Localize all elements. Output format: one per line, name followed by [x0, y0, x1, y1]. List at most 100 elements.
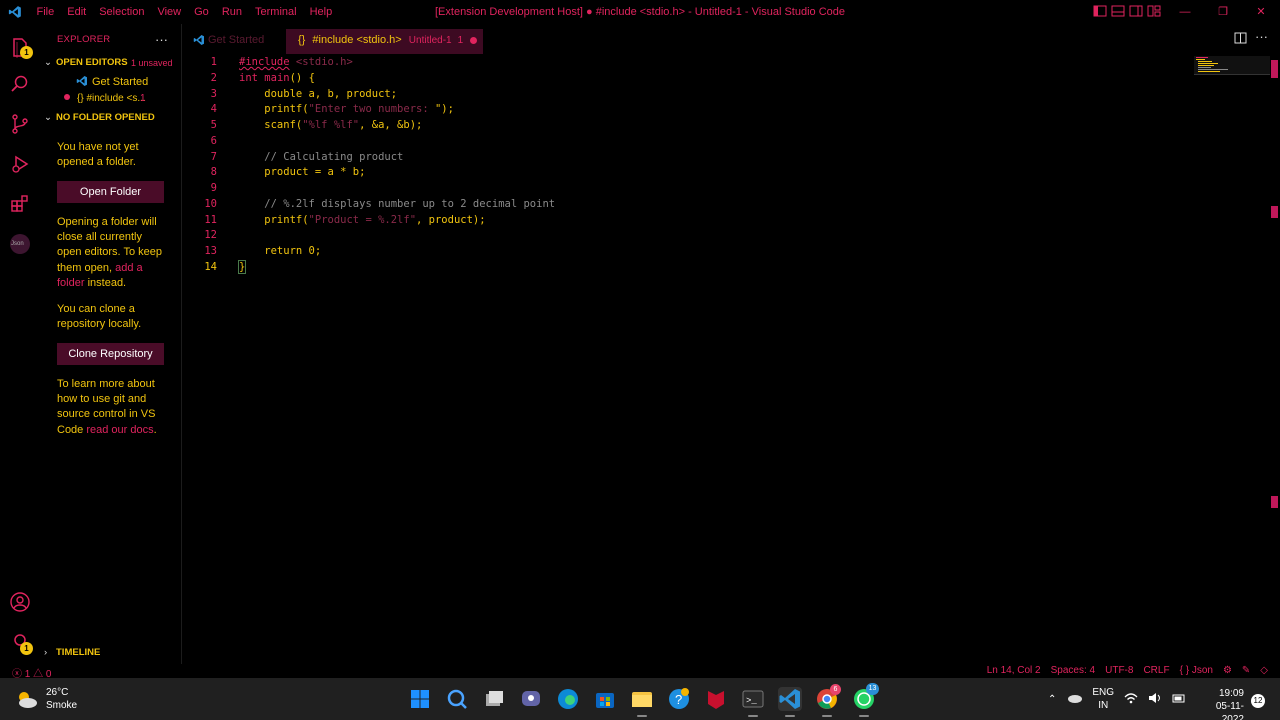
menu-view[interactable]: View — [151, 0, 188, 24]
weather-icon — [19, 692, 37, 708]
mcafee-icon[interactable] — [704, 687, 728, 711]
svg-text:>_: >_ — [746, 696, 757, 706]
source-control-icon[interactable] — [8, 112, 32, 136]
toggle-panel-icon[interactable] — [1111, 5, 1125, 17]
help-app-icon[interactable]: ? — [667, 687, 691, 711]
code-line: 4 printf("Enter two numbers: "); — [210, 103, 454, 115]
split-editor-icon[interactable] — [1234, 32, 1247, 47]
menu-run[interactable]: Run — [215, 0, 248, 24]
battery-icon[interactable] — [1172, 693, 1186, 706]
code-line: 13 return 0; — [204, 245, 322, 257]
end-of-line[interactable]: CRLF — [1143, 665, 1169, 676]
tab-get-started[interactable]: Get Started — [187, 29, 285, 54]
chevron-down-icon: ⌄ — [44, 57, 52, 68]
status-items: Ln 14, Col 2 Spaces: 4 UTF-8 CRLF { } Js… — [987, 665, 1268, 676]
menu-terminal[interactable]: Terminal — [249, 0, 304, 24]
tab-problem-count: 1 — [457, 35, 464, 46]
no-folder-section[interactable]: ⌄ NO FOLDER OPENED — [44, 112, 155, 123]
tab-label: #include <stdio.h> — [312, 34, 402, 46]
search-icon[interactable] — [8, 72, 32, 96]
timeline-section[interactable]: › TIMELINE — [44, 647, 100, 658]
vscode-taskbar-icon[interactable] — [778, 687, 802, 717]
start-icon[interactable] — [408, 687, 432, 711]
menu-file[interactable]: File — [30, 0, 61, 24]
unsaved-dot-icon — [64, 94, 70, 100]
file-explorer-icon[interactable] — [630, 687, 654, 717]
chevron-right-icon: › — [44, 647, 48, 658]
terminal-icon[interactable]: >_ — [741, 687, 765, 717]
clone-info: You can clone a repository locally. — [57, 303, 142, 331]
onedrive-icon[interactable] — [1066, 693, 1083, 706]
timeline-title: TIMELINE — [56, 647, 101, 658]
cursor-position[interactable]: Ln 14, Col 2 — [987, 665, 1041, 676]
code-line: 9 — [210, 182, 217, 194]
wifi-icon[interactable] — [1124, 692, 1138, 707]
weather-widget[interactable]: 26°C Smoke — [14, 686, 77, 712]
toggle-secondary-sidebar-icon[interactable] — [1129, 5, 1143, 17]
language-mode[interactable]: { } Json — [1180, 665, 1213, 676]
weather-condition: Smoke — [46, 700, 78, 711]
code-line: 6 — [210, 135, 217, 147]
indentation[interactable]: Spaces: 4 — [1051, 665, 1095, 676]
chevron-up-icon[interactable]: ⌃ — [1048, 694, 1056, 705]
whatsapp-badge: 13 — [866, 683, 879, 695]
code-line: 2 int main() { — [210, 72, 315, 84]
code-line: 10 // %.2lf displays number up to 2 deci… — [204, 198, 556, 210]
clone-repository-button[interactable]: Clone Repository — [57, 343, 164, 365]
encoding[interactable]: UTF-8 — [1105, 665, 1133, 676]
task-view-icon[interactable] — [482, 687, 506, 711]
restore-icon[interactable]: ❐ — [1204, 0, 1242, 24]
no-folder-title: NO FOLDER OPENED — [56, 112, 155, 123]
explorer-sidebar: EXPLORER ··· ⌄ OPEN EDITORS 1 unsaved Get… — [40, 24, 181, 664]
close-icon[interactable]: ✕ — [1242, 0, 1280, 24]
vscode-tab-icon — [193, 35, 204, 45]
time: 19:09 — [1218, 688, 1244, 699]
code-line: 12 — [204, 229, 217, 241]
sidebar-header: EXPLORER — [57, 34, 111, 45]
run-debug-icon[interactable] — [8, 152, 32, 176]
open-editor-untitled[interactable]: {} #include <s... 1 — [64, 93, 146, 104]
volume-icon[interactable] — [1148, 692, 1162, 707]
open-editor-get-started[interactable]: Get Started — [76, 75, 148, 88]
edge-icon[interactable] — [556, 687, 580, 711]
chrome-badge: 6 — [830, 684, 841, 695]
customize-layout-icon[interactable] — [1147, 5, 1161, 17]
code-editor[interactable]: 1 #include <stdio.h> 2 int main() { 3 doub… — [182, 56, 1192, 664]
feedback-icon[interactable]: ✎ — [1242, 665, 1250, 676]
clock[interactable]: 19:09 05-11-2022 — [1196, 687, 1244, 720]
code-line: 8 product = a * b; — [210, 166, 366, 178]
more-actions-icon[interactable]: ··· — [155, 32, 168, 47]
menu-edit[interactable]: Edit — [61, 0, 93, 24]
scrollbar-marker — [1271, 206, 1278, 218]
whatsapp-icon[interactable]: 13 — [852, 683, 879, 717]
menu-selection[interactable]: Selection — [93, 0, 151, 24]
accounts-icon[interactable] — [8, 590, 32, 614]
open-editors-section[interactable]: ⌄ OPEN EDITORS — [44, 57, 128, 68]
more-actions-icon[interactable]: ··· — [1255, 30, 1268, 47]
minimize-icon[interactable]: — — [1166, 0, 1204, 24]
microsoft-store-icon[interactable] — [593, 687, 617, 711]
menu-help[interactable]: Help — [303, 0, 339, 24]
search-icon[interactable] — [445, 687, 469, 711]
editor-actions: ··· — [1234, 30, 1268, 47]
chrome-icon[interactable]: 6 — [815, 684, 841, 717]
teams-chat-icon[interactable] — [519, 687, 543, 711]
language-indicator[interactable]: ENG IN — [1092, 686, 1114, 712]
notifications-icon[interactable]: ◇ — [1260, 665, 1268, 676]
extension-icon[interactable]: ⚙ — [1223, 665, 1232, 676]
tab-untitled-1[interactable]: {} #include <stdio.h> Untitled-1 1 — [286, 29, 483, 54]
code-line: 5 scanf("%lf %lf", &a, &b); — [210, 119, 423, 131]
notification-badge[interactable]: 12 — [1251, 694, 1265, 708]
title-bar: File Edit Selection View Go Run Terminal… — [0, 0, 1280, 24]
scrollbar-marker — [1271, 60, 1278, 78]
open-folder-button[interactable]: Open Folder — [57, 181, 164, 203]
windows-taskbar: 26°C Smoke ? >_ 6 13 ⌃ ENG IN 19:09 05-11-2… — [0, 678, 1280, 720]
minimap[interactable] — [1194, 56, 1270, 76]
menu-go[interactable]: Go — [188, 0, 216, 24]
open-folder-info: Opening a folder will close all currentl… — [57, 216, 162, 289]
unsaved-dot-icon[interactable] — [470, 37, 477, 44]
tab-label: Get Started — [208, 34, 265, 46]
extensions-icon[interactable] — [8, 192, 32, 216]
read-docs-link[interactable]: read our docs — [86, 424, 153, 436]
toggle-primary-sidebar-icon[interactable] — [1093, 5, 1107, 17]
